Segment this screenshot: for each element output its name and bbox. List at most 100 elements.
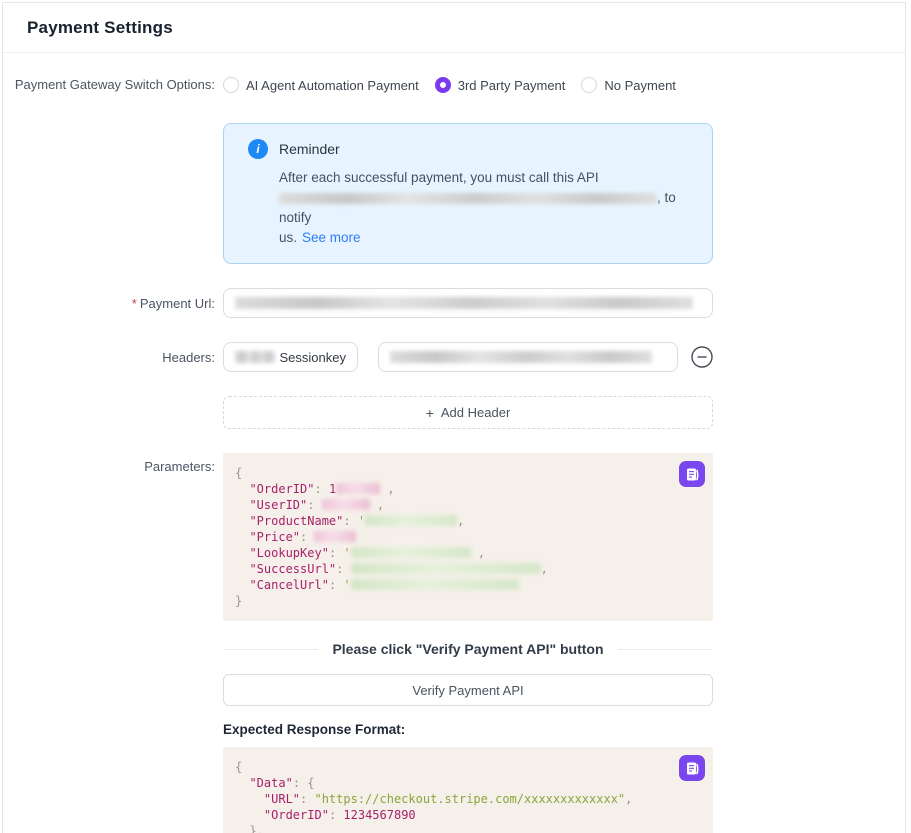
copy-icon — [685, 761, 700, 776]
code-token: ' — [343, 578, 350, 592]
code-line: "LookupKey": ' , — [235, 545, 701, 561]
redacted-api-url — [279, 193, 657, 204]
radio-option[interactable]: 3rd Party Payment — [435, 77, 566, 93]
reminder-body: After each successful payment, you must … — [279, 168, 692, 248]
header-key-input[interactable]: Sessionkey — [223, 342, 358, 372]
radio-option[interactable]: AI Agent Automation Payment — [223, 77, 419, 93]
reminder-line3: us. — [279, 230, 297, 245]
code-token: : — [300, 530, 314, 544]
copy-response-button[interactable] — [679, 755, 705, 781]
code-token: , — [457, 514, 464, 528]
code-token: : — [336, 562, 350, 576]
verify-divider: Please click "Verify Payment API" button — [223, 641, 713, 657]
code-token: : — [307, 498, 321, 512]
code-line: "ProductName": ', — [235, 513, 701, 529]
code-line: "OrderID": 1234567890 — [235, 807, 701, 823]
code-line: "OrderID": 1 , — [235, 481, 701, 497]
code-token: , — [625, 792, 632, 806]
code-line: "UserID": , — [235, 497, 701, 513]
code-token: } — [235, 594, 242, 608]
code-line: "SuccessUrl": , — [235, 561, 701, 577]
code-token: : { — [293, 776, 315, 790]
code-token: ' — [343, 546, 350, 560]
reminder-line1: After each successful payment, you must … — [279, 170, 599, 185]
code-token: , — [380, 482, 394, 496]
radio-option[interactable]: No Payment — [581, 77, 676, 93]
radio-icon[interactable] — [581, 77, 597, 93]
code-token: , — [471, 546, 485, 560]
verify-payment-api-button[interactable]: Verify Payment API — [223, 674, 713, 706]
card-header: Payment Settings — [3, 3, 905, 53]
add-header-button[interactable]: + Add Header — [223, 396, 713, 429]
expected-response-code-block: { "Data": { "URL": "https://checkout.str… — [223, 747, 713, 833]
code-token: ' — [358, 514, 365, 528]
code-line: "CancelUrl": ' — [235, 577, 701, 593]
code-token: "OrderID" — [264, 808, 329, 822]
code-token: "Data" — [249, 776, 292, 790]
radio-option-label: AI Agent Automation Payment — [246, 78, 419, 93]
code-token: "URL" — [264, 792, 300, 806]
code-line: { — [235, 759, 701, 775]
code-line: "Data": { — [235, 775, 701, 791]
payment-settings-card: Payment Settings Payment Gateway Switch … — [2, 2, 906, 833]
redacted-value — [351, 547, 471, 558]
minus-circle-icon — [690, 345, 714, 369]
headers-label: Headers: — [3, 342, 215, 365]
plus-icon: + — [426, 405, 434, 421]
payment-url-input[interactable] — [223, 288, 713, 318]
code-token: : — [343, 514, 357, 528]
header-value-input[interactable] — [378, 342, 678, 372]
code-token: : — [329, 808, 343, 822]
code-token: }, — [235, 824, 264, 833]
divider-text: Please click "Verify Payment API" button — [332, 641, 603, 657]
code-token — [235, 530, 249, 544]
radio-icon[interactable] — [223, 77, 239, 93]
expected-response-code: { "Data": { "URL": "https://checkout.str… — [235, 759, 701, 833]
redacted-value — [351, 563, 541, 574]
parameters-label: Parameters: — [3, 453, 215, 474]
code-token — [235, 562, 249, 576]
code-token — [235, 546, 249, 560]
code-token: 1234567890 — [343, 808, 415, 822]
code-token: "Price" — [249, 530, 300, 544]
radio-selected-icon[interactable] — [435, 77, 451, 93]
copy-parameters-button[interactable] — [679, 461, 705, 487]
radio-option-label: 3rd Party Payment — [458, 78, 566, 93]
code-token: "ProductName" — [249, 514, 343, 528]
code-token: , — [541, 562, 548, 576]
redacted-value — [322, 499, 370, 510]
see-more-link[interactable]: See more — [302, 230, 361, 245]
redacted-value — [390, 351, 652, 363]
code-token: : — [300, 792, 314, 806]
remove-header-button[interactable] — [690, 345, 714, 369]
redacted-value — [365, 515, 457, 526]
expected-response-label: Expected Response Format: — [223, 722, 713, 737]
code-token: { — [235, 760, 242, 774]
gateway-radio-group: AI Agent Automation Payment 3rd Party Pay… — [223, 77, 676, 93]
parameters-code: { "OrderID": 1 , "UserID": , "ProductNam… — [235, 465, 701, 609]
redacted-value — [235, 297, 693, 309]
code-token — [235, 514, 249, 528]
payment-url-label: *Payment Url: — [3, 288, 215, 311]
code-line: "URL": "https://checkout.stripe.com/xxxx… — [235, 791, 701, 807]
copy-icon — [685, 467, 700, 482]
code-token — [235, 482, 249, 496]
parameters-code-block: { "OrderID": 1 , "UserID": , "ProductNam… — [223, 453, 713, 621]
code-token: "OrderID" — [249, 482, 314, 496]
redacted-value — [314, 531, 356, 542]
add-header-label: Add Header — [441, 405, 510, 420]
redacted-value — [336, 483, 380, 494]
code-token: : — [329, 546, 343, 560]
code-token: : — [329, 578, 343, 592]
header-key-text: Sessionkey — [280, 350, 346, 365]
code-token: "CancelUrl" — [249, 578, 328, 592]
code-token — [235, 498, 249, 512]
code-token: { — [235, 466, 242, 480]
code-token — [235, 808, 264, 822]
code-token — [235, 792, 264, 806]
code-token: , — [370, 498, 384, 512]
code-token: "UserID" — [249, 498, 307, 512]
divider-line — [223, 649, 318, 650]
code-line: }, — [235, 823, 701, 833]
page-title: Payment Settings — [27, 18, 881, 38]
